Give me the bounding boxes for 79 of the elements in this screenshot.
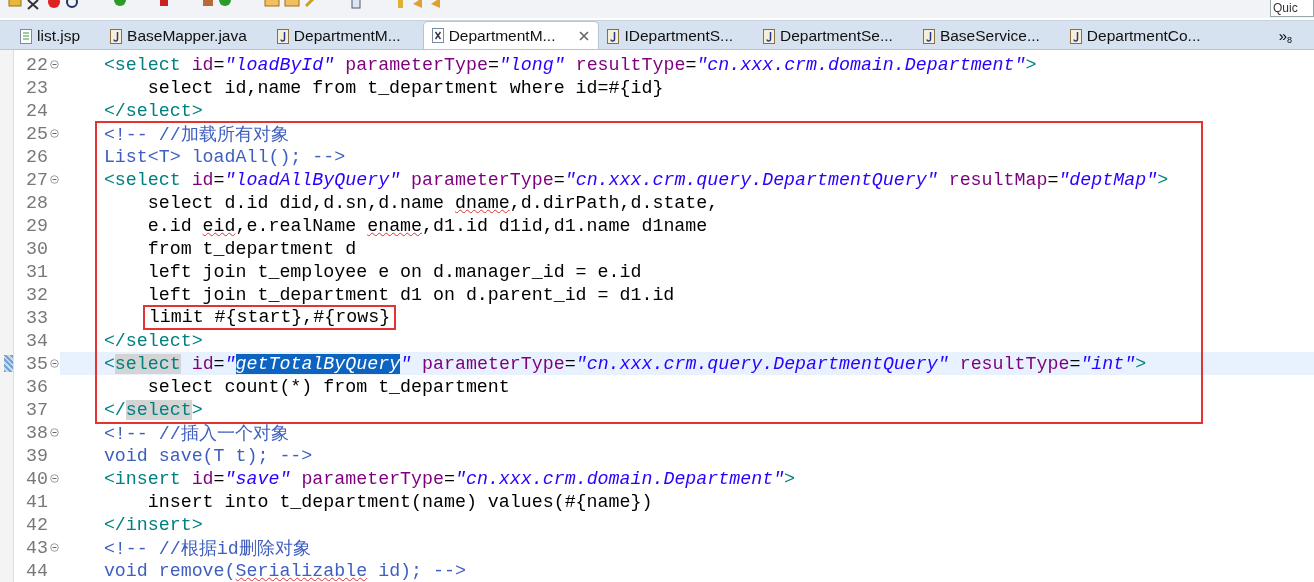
fold-icon[interactable]: [49, 175, 59, 184]
code-line: void save(T t); -->: [102, 444, 314, 467]
code-line: </select>: [102, 99, 204, 122]
line-number: 29: [25, 215, 48, 236]
editor-tab[interactable]: list.jsp: [12, 23, 103, 49]
code-line: left join t_department d1 on d.parent_id = d1.id: [146, 283, 676, 306]
line-number: 24: [25, 100, 48, 121]
editor-tab[interactable]: DepartmentCo...: [1061, 23, 1223, 49]
line-number: 26: [25, 146, 48, 167]
code-line: from t_department d: [146, 237, 358, 260]
run-icon[interactable]: [114, 0, 126, 8]
code-line: <!-- //加载所有对象: [102, 124, 290, 145]
file-icon: [431, 28, 444, 43]
code-line: </select>: [102, 329, 204, 352]
line-number: 38: [25, 422, 48, 443]
code-line: select count(*) from t_department: [146, 375, 511, 398]
code-line: <select id="loadById" parameterType="long" resultType="cn.xxx.crm.domain.Department">: [102, 53, 1038, 76]
editor-tab[interactable]: DepartmentSe...: [755, 23, 915, 49]
line-number: 36: [25, 376, 48, 397]
line-number: 39: [25, 445, 48, 466]
document-icon[interactable]: [350, 0, 362, 10]
box-icon[interactable]: [202, 0, 214, 8]
line-number: 31: [25, 261, 48, 282]
quick-access-field[interactable]: Quic: [1270, 0, 1314, 17]
line-number: 28: [25, 192, 48, 213]
code-line: <insert id="save" parameterType="cn.xxx.crm.domain.Department">: [102, 467, 797, 490]
folder-icon[interactable]: [264, 0, 280, 8]
code-line: List<T> loadAll(); -->: [102, 145, 347, 168]
line-number: 41: [25, 491, 48, 512]
fold-icon[interactable]: [49, 129, 59, 138]
file-icon: [763, 28, 776, 44]
fold-icon[interactable]: [49, 474, 59, 483]
code-line: <select id="loadAllByQuery" parameterType="cn.xxx.crm.query.DepartmentQuery" resultMap="deptMap">: [102, 168, 1170, 191]
stop-icon[interactable]: [46, 0, 62, 10]
folder-icon[interactable]: [8, 0, 22, 8]
file-icon: [276, 28, 289, 44]
line-number: 33: [25, 307, 48, 328]
fold-icon[interactable]: [49, 543, 59, 552]
line-number: 27: [25, 169, 48, 190]
close-icon[interactable]: [578, 29, 591, 42]
line-number: 34: [25, 330, 48, 351]
file-icon: [607, 28, 620, 44]
code-line: <!-- //插入一个对象: [102, 423, 290, 444]
file-icon[interactable]: [158, 0, 170, 8]
line-number: 42: [25, 514, 48, 535]
code-line: </insert>: [102, 513, 204, 536]
line-number: 35: [25, 353, 48, 374]
editor-tab[interactable]: DepartmentM...: [422, 21, 600, 49]
code-line: select id,name from t_department where id=#{id}: [146, 76, 665, 99]
fold-icon[interactable]: [49, 359, 59, 368]
code-line: </select>: [102, 398, 204, 421]
line-number: 25: [25, 123, 48, 144]
line-number: 40: [25, 468, 48, 489]
ruler-marker: [4, 355, 13, 372]
code-line: e.id eid,e.realName ename,d1.id d1id,d1.name d1name: [146, 214, 709, 237]
editor-tab[interactable]: IDepartmentS...: [599, 23, 756, 49]
code-line: insert into t_department(name) values(#{name}): [146, 490, 654, 513]
file-icon: [922, 28, 935, 44]
code-line: void remove(Serializable id); -->: [102, 559, 467, 582]
editor-tab[interactable]: BaseMapper.java: [102, 23, 269, 49]
line-number: 30: [25, 238, 48, 259]
fold-icon[interactable]: [49, 60, 59, 69]
file-icon: [110, 28, 123, 44]
line-number: 44: [25, 560, 48, 581]
code-line: select d.id did,d.sn,d.name dname,d.dirPath,d.state,: [146, 191, 720, 214]
folder-icon[interactable]: [284, 0, 300, 8]
fold-icon[interactable]: [49, 428, 59, 437]
file-icon: [20, 28, 32, 44]
annotation-box: limit #{start},#{rows}: [142, 305, 397, 330]
line-number: 32: [25, 284, 48, 305]
line-number: 23: [25, 77, 48, 98]
editor-tab[interactable]: DepartmentM...: [268, 23, 423, 49]
code-line: left join t_employee e on d.manager_id = e.id: [146, 260, 643, 283]
line-number: 37: [25, 399, 48, 420]
line-number: 43: [25, 537, 48, 558]
editor-tab[interactable]: BaseService...: [914, 23, 1062, 49]
file-icon: [1069, 28, 1082, 44]
code-line: <!-- //根据id删除对象: [102, 538, 312, 559]
line-number: 22: [25, 54, 48, 75]
